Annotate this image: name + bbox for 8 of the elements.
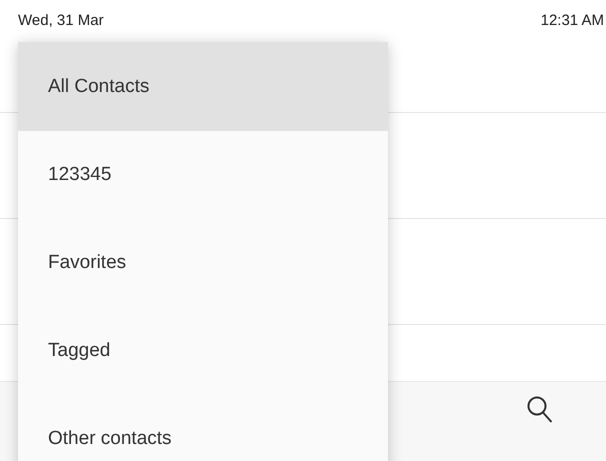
menu-item[interactable]: Favorites — [18, 219, 388, 307]
search-icon[interactable] — [527, 396, 553, 424]
status-date: Wed, 31 Mar — [18, 12, 104, 28]
status-time: 12:31 AM — [540, 12, 604, 28]
menu-item[interactable]: Tagged — [18, 307, 388, 395]
menu-item[interactable]: 123345 — [18, 131, 388, 219]
menu-item[interactable]: Other contacts — [18, 395, 388, 461]
menu-item[interactable]: All Contacts — [18, 42, 388, 131]
